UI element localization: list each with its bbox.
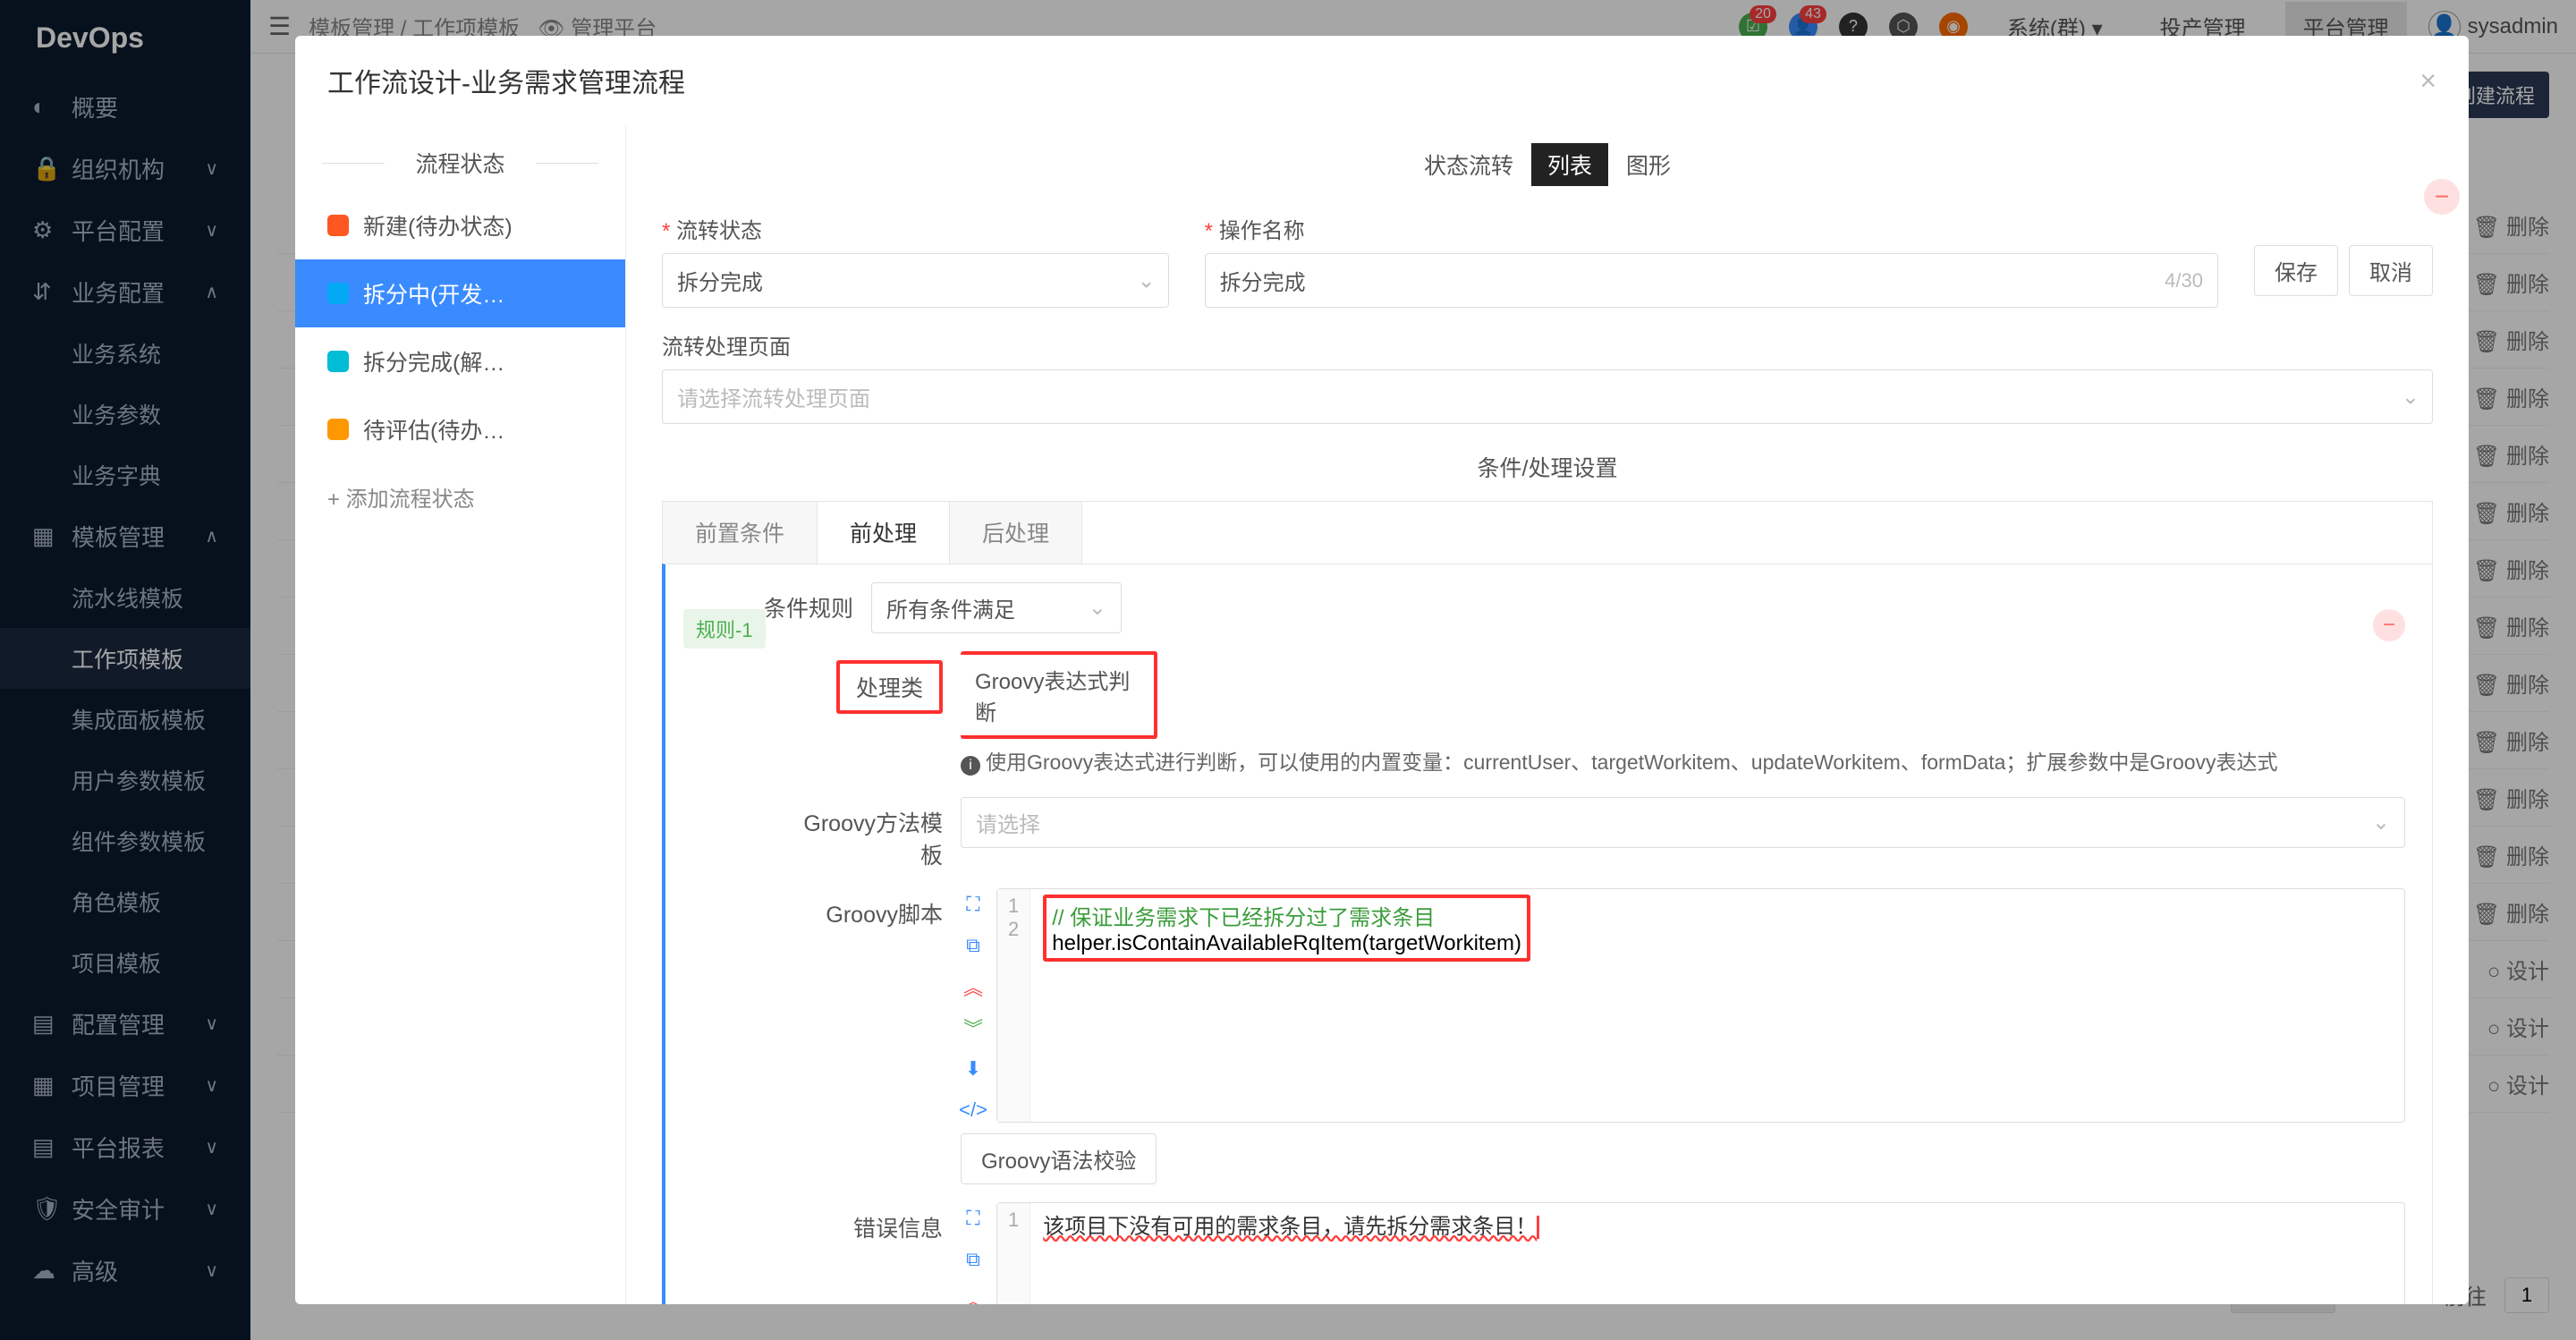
sub-tab-prehandle[interactable]: 前处理 [818, 502, 950, 564]
method-tpl-select[interactable]: 请选择⌄ [961, 797, 2405, 848]
state-list: 流程状态 新建(待办状态) 拆分中(开发… 拆分完成(解… 待评估(待办… + 添加流… [295, 125, 626, 1304]
states-heading: 流程状态 [295, 134, 625, 191]
transfer-state-select[interactable]: 拆分完成⌄ [662, 253, 1169, 308]
form-area: 状态流转 列表 图形 − 流转状态 拆分完成⌄ 操作名称 拆分完成4/30 [626, 125, 2469, 1304]
state-color-icon [327, 351, 349, 372]
rule-tag: 规则-1 [683, 609, 766, 649]
state-color-icon [327, 283, 349, 304]
modal-title: 工作流设计-业务需求管理流程 [327, 61, 685, 100]
error-info-editor[interactable]: 1 该项目下没有可用的需求条目，请先拆分需求条目！ [996, 1202, 2405, 1304]
copy-icon[interactable]: ⧉ [961, 1247, 986, 1272]
code-icon[interactable]: </> [961, 1098, 986, 1123]
state-label: 待评估(待办… [363, 413, 504, 445]
state-item[interactable]: 拆分中(开发… [295, 259, 625, 327]
err-info-label: 错误信息 [782, 1202, 961, 1243]
sub-tab-posthandle[interactable]: 后处理 [950, 502, 1082, 564]
tab-list[interactable]: 列表 [1531, 143, 1608, 186]
state-label: 拆分完成(解… [363, 345, 504, 377]
remove-transition-button[interactable]: − [2424, 179, 2460, 215]
op-name-label: 操作名称 [1205, 213, 2218, 244]
cancel-button[interactable]: 取消 [2349, 245, 2433, 296]
handler-page-label: 流转处理页面 [662, 329, 2433, 360]
remove-rule-button[interactable]: − [2373, 609, 2405, 641]
state-item[interactable]: 拆分完成(解… [295, 327, 625, 395]
sub-tab-precond[interactable]: 前置条件 [663, 502, 818, 564]
chevron-down-icon: ⌄ [2372, 810, 2390, 835]
script-label: Groovy脚本 [782, 888, 961, 929]
syntax-check-button[interactable]: Groovy语法校验 [961, 1133, 1157, 1184]
state-item[interactable]: 待评估(待办… [295, 395, 625, 463]
groovy-script-editor[interactable]: 12 // 保证业务需求下已经拆分过了需求条目 helper.isContain… [996, 888, 2405, 1123]
sub-tabs: 前置条件 前处理 后处理 [662, 501, 2433, 564]
rule-box: 条件规则 所有条件满足⌄ 规则-1 − 处理类 Groovy [662, 564, 2433, 1304]
op-name-input[interactable]: 拆分完成4/30 [1205, 253, 2218, 308]
download-icon[interactable]: ⬇ [961, 1056, 986, 1081]
info-icon: i [961, 756, 980, 776]
code-toolbar: ⛶ ⧉ ︽ ︾ ⬇ </> [961, 888, 986, 1123]
state-color-icon [327, 419, 349, 440]
workflow-modal: 工作流设计-业务需求管理流程 × 流程状态 新建(待办状态) 拆分中(开发… 拆分完… [295, 36, 2469, 1304]
copy-icon[interactable]: ⧉ [961, 933, 986, 958]
state-item[interactable]: 新建(待办状态) [295, 191, 625, 259]
transfer-state-label: 流转状态 [662, 213, 1169, 244]
collapse-up-icon[interactable]: ︽ [961, 974, 986, 999]
method-tpl-label: Groovy方法模板 [782, 797, 961, 870]
close-icon[interactable]: × [2419, 64, 2436, 98]
add-state-button[interactable]: + 添加流程状态 [295, 463, 625, 530]
state-color-icon [327, 215, 349, 236]
chevron-down-icon: ⌄ [1089, 595, 1106, 621]
expand-down-icon[interactable]: ︾ [961, 1015, 986, 1040]
cond-rule-select[interactable]: 所有条件满足⌄ [871, 582, 1122, 633]
collapse-up-icon[interactable]: ︽ [961, 1288, 986, 1304]
save-button[interactable]: 保存 [2254, 245, 2338, 296]
proc-type-label: 处理类 [782, 651, 961, 714]
condition-section-title: 条件/处理设置 [662, 451, 2433, 483]
expand-icon[interactable]: ⛶ [961, 1206, 986, 1231]
state-label: 拆分中(开发… [363, 277, 504, 310]
chevron-down-icon: ⌄ [1138, 267, 1156, 293]
handler-page-select[interactable]: 请选择流转处理页面⌄ [662, 369, 2433, 424]
expand-icon[interactable]: ⛶ [961, 892, 986, 917]
state-label: 新建(待办状态) [363, 209, 513, 242]
proc-type-select[interactable]: Groovy表达式判断 [961, 651, 1157, 739]
code-toolbar-err: ⛶ ⧉ ︽ ︾ ⬇ [961, 1202, 986, 1304]
tab-graph[interactable]: 图形 [1626, 148, 1671, 181]
top-tabs-label: 状态流转 [1424, 148, 1513, 181]
chevron-down-icon: ⌄ [2402, 384, 2419, 410]
proc-type-hint: i使用Groovy表达式进行判断，可以使用的内置变量：currentUser、t… [961, 746, 2405, 779]
